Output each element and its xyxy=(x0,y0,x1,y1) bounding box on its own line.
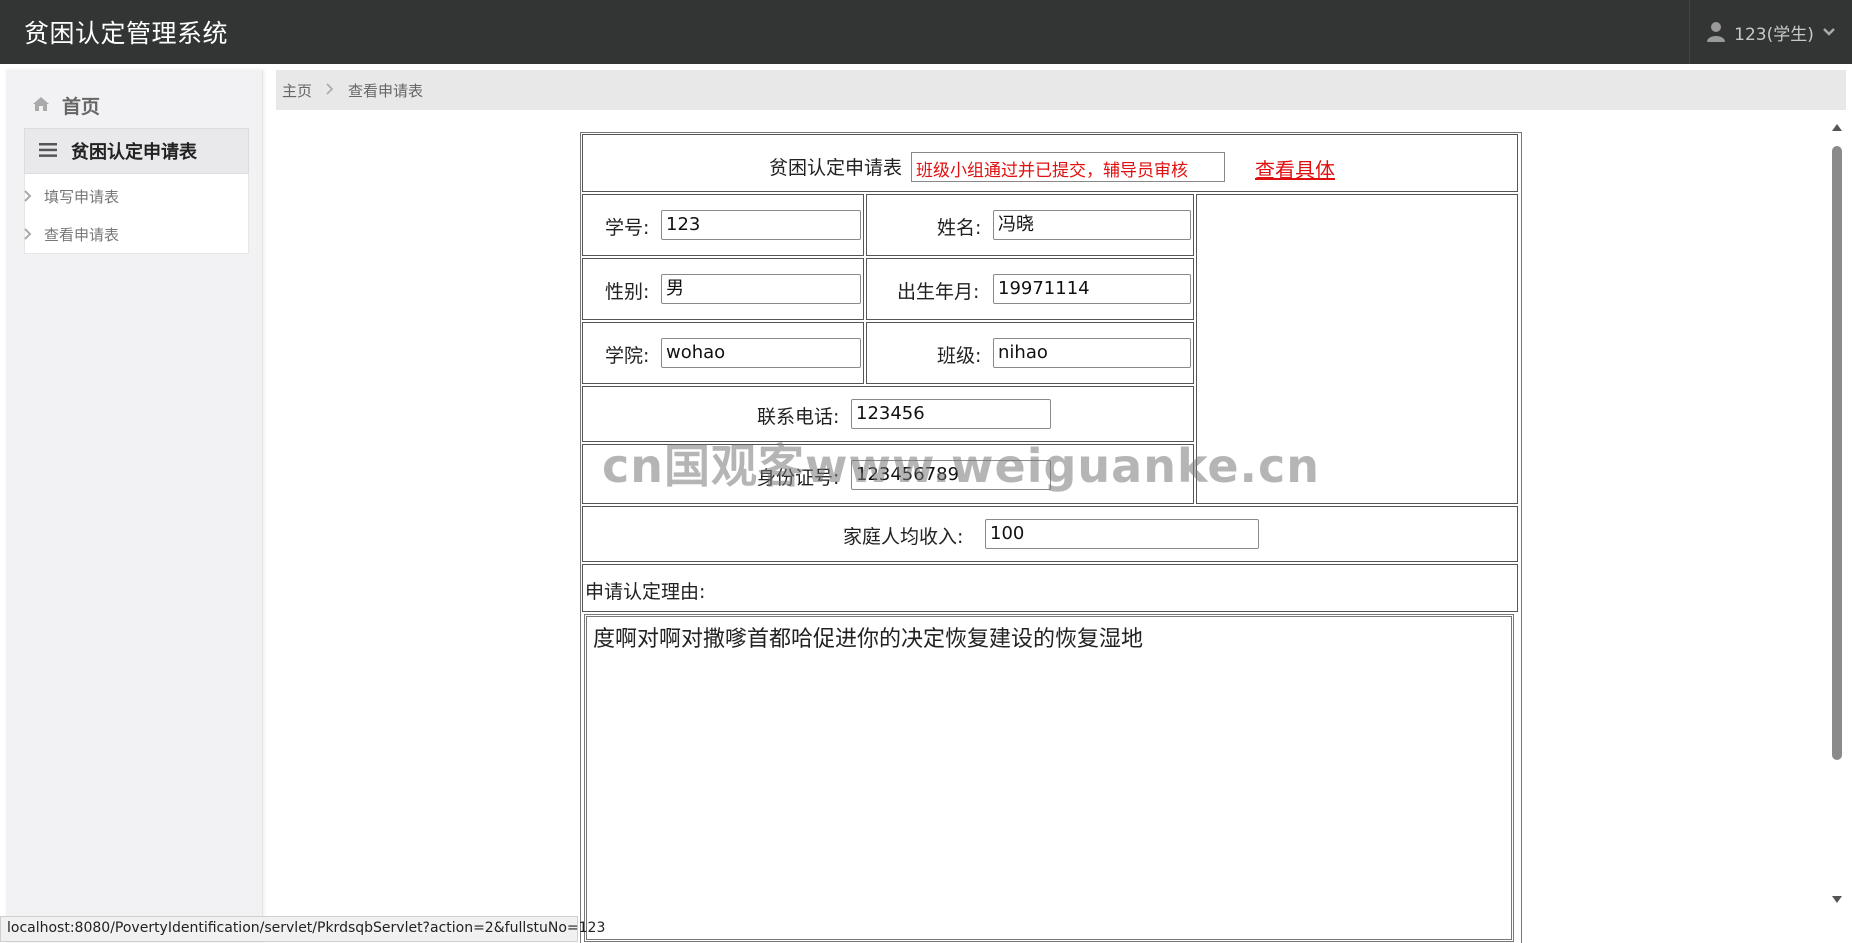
gender-input[interactable]: 男 xyxy=(661,274,861,304)
sidebar-item-label: 查看申请表 xyxy=(44,226,120,244)
student-id-cell: 学号: 123 xyxy=(582,194,864,256)
user-label: 123(学生) xyxy=(1734,24,1814,45)
name-cell: 姓名: 冯晓 xyxy=(866,194,1194,256)
phone-label: 联系电话: xyxy=(757,406,840,428)
income-cell: 家庭人均收入: 100 xyxy=(582,506,1518,562)
sidebar-item-label: 首页 xyxy=(62,96,101,118)
income-label: 家庭人均收入: xyxy=(843,526,964,548)
reason-label: 申请认定理由: xyxy=(585,581,706,603)
user-menu[interactable]: 123(学生) xyxy=(1689,0,1852,64)
gender-label: 性别: xyxy=(605,281,650,303)
status-badge: 班级小组通过并已提交，辅导员审核 xyxy=(911,152,1225,182)
student-id-label: 学号: xyxy=(605,217,650,239)
form-title: 贫困认定申请表 xyxy=(769,157,903,179)
name-input[interactable]: 冯晓 xyxy=(993,210,1191,240)
student-id-input[interactable]: 123 xyxy=(661,210,861,240)
chevron-right-icon xyxy=(24,188,32,206)
phone-input[interactable]: 123456 xyxy=(851,399,1051,429)
reason-label-cell: 申请认定理由: xyxy=(582,564,1518,612)
college-input[interactable]: wohao xyxy=(661,338,861,368)
class-cell: 班级: nihao xyxy=(866,322,1194,384)
scroll-up-arrow-icon[interactable] xyxy=(1832,124,1842,131)
sidebar-item-fill-form[interactable]: 填写申请表 xyxy=(24,186,119,207)
sidebar-group-application[interactable]: 贫困认定申请表 xyxy=(24,128,249,174)
birth-input[interactable]: 19971114 xyxy=(993,274,1191,304)
form-header-row: 贫困认定申请表 班级小组通过并已提交，辅导员审核 查看具体 xyxy=(582,134,1518,192)
scroll-down-arrow-icon[interactable] xyxy=(1832,896,1842,903)
name-label: 姓名: xyxy=(937,217,982,239)
watermark: cn国观客www.weiguanke.cn xyxy=(602,439,1321,493)
chevron-right-icon xyxy=(24,226,32,244)
gender-cell: 性别: 男 xyxy=(582,258,864,320)
view-details-link[interactable]: 查看具体 xyxy=(1255,154,1335,183)
class-input[interactable]: nihao xyxy=(993,338,1191,368)
browser-status-bar: localhost:8080/PovertyIdentification/ser… xyxy=(0,916,605,942)
top-navbar: 贫困认定管理系统 123(学生) xyxy=(0,0,1852,64)
breadcrumb: 主页 查看申请表 xyxy=(276,70,1846,110)
app-title[interactable]: 贫困认定管理系统 xyxy=(24,14,228,50)
breadcrumb-home[interactable]: 主页 xyxy=(282,80,312,101)
income-input[interactable]: 100 xyxy=(985,519,1259,549)
user-icon xyxy=(1706,21,1726,43)
sidebar-item-home[interactable]: 首页 xyxy=(32,92,100,119)
college-cell: 学院: wohao xyxy=(582,322,864,384)
sidebar-item-view-form[interactable]: 查看申请表 xyxy=(24,224,119,245)
breadcrumb-current: 查看申请表 xyxy=(348,81,424,100)
scroll-thumb[interactable] xyxy=(1832,146,1842,760)
birth-cell: 出生年月: 19971114 xyxy=(866,258,1194,320)
chevron-right-icon xyxy=(326,81,334,99)
menu-icon xyxy=(39,141,57,162)
home-icon xyxy=(32,95,50,117)
class-label: 班级: xyxy=(937,345,982,367)
page-scrollbar[interactable] xyxy=(1828,124,1846,908)
chevron-down-icon xyxy=(1822,27,1836,37)
sidebar-group-label: 贫困认定申请表 xyxy=(71,142,197,163)
birth-label: 出生年月: xyxy=(897,281,980,303)
sidebar-item-label: 填写申请表 xyxy=(44,188,120,206)
reason-textarea[interactable]: 度啊对啊对撒嗲首都哈促进你的决定恢复建设的恢复湿地 xyxy=(584,614,1514,942)
college-label: 学院: xyxy=(605,345,650,367)
